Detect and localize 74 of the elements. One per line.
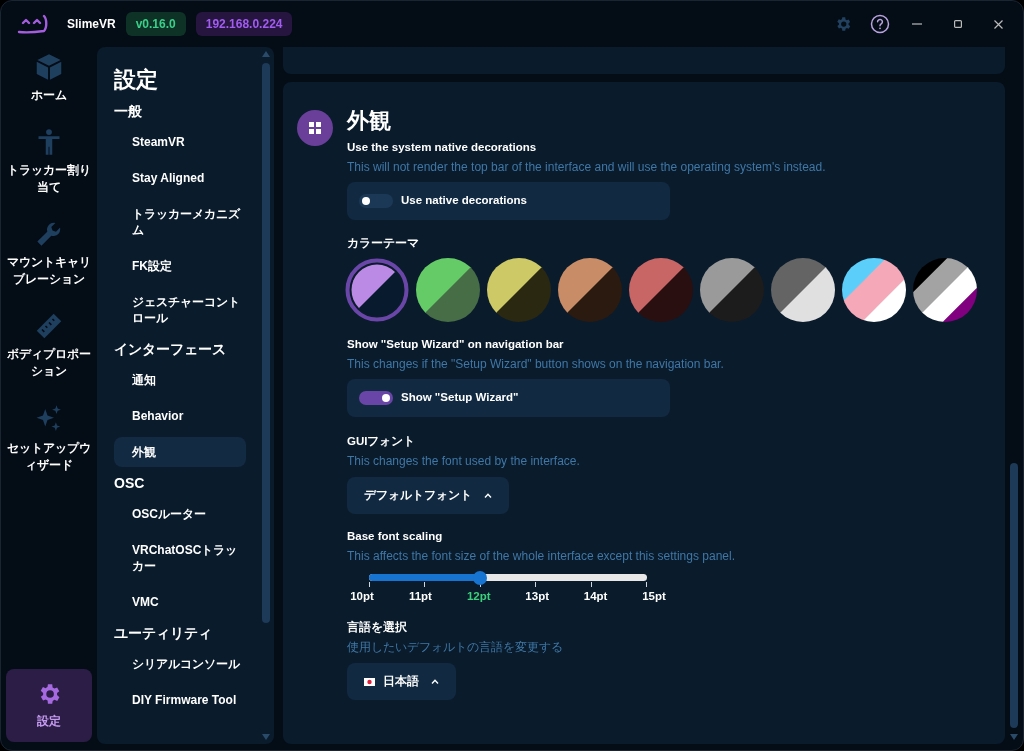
- group-heading: ユーティリティ: [114, 624, 213, 643]
- setting-description: 使用したいデフォルトの言語を変更する: [347, 639, 564, 656]
- nav-label: ボディプロポーション: [6, 346, 92, 380]
- setting-description: This changes if the "Setup Wizard" button shows on the navigation bar.: [347, 356, 725, 372]
- scrollbar-thumb[interactable]: [1010, 463, 1018, 728]
- tick-label: 10pt: [349, 589, 375, 604]
- nav-item[interactable]: セットアップウィザード: [6, 398, 92, 480]
- nav-item[interactable]: ホーム: [6, 47, 92, 110]
- dropdown[interactable]: 日本語: [347, 663, 456, 701]
- settings-nav-item[interactable]: FK設定: [114, 251, 246, 281]
- setting-title: Base font scaling: [347, 529, 444, 544]
- settings-nav-item[interactable]: Behavior: [114, 401, 246, 431]
- ip-address-badge: 192.168.0.224: [195, 12, 293, 36]
- tick-mark: [424, 582, 426, 587]
- nav-label: セットアップウィザード: [6, 440, 92, 474]
- setting-title: Use the system native decorations: [347, 140, 538, 155]
- nav-label: ホーム: [31, 87, 67, 104]
- settings-nav-item[interactable]: 通知: [114, 365, 246, 395]
- section-title: 外観: [347, 108, 392, 134]
- flag-icon: [364, 677, 375, 686]
- setting-title: カラーテーマ: [347, 236, 420, 251]
- nav-label: 設定: [37, 713, 61, 730]
- tick-label: 14pt: [582, 589, 609, 604]
- group-heading: 一般: [114, 102, 143, 121]
- tick-mark: [535, 582, 537, 587]
- tick-label: 11pt: [407, 589, 433, 604]
- settings-nav-item[interactable]: VRChatOSCトラッカー: [114, 535, 246, 581]
- settings-nav-item[interactable]: 外観: [114, 437, 246, 467]
- group-heading: インターフェース: [114, 340, 227, 359]
- tick-mark: [369, 582, 370, 587]
- group-heading: OSC: [114, 474, 146, 493]
- settings-nav-item[interactable]: シリアルコンソール: [114, 649, 246, 679]
- settings-nav-item[interactable]: OSCルーター: [114, 499, 246, 529]
- nav-item[interactable]: マウントキャリブレーション: [6, 214, 92, 294]
- nav-item[interactable]: 設定: [6, 669, 92, 742]
- toggle-label: Show "Setup Wizard": [401, 390, 519, 406]
- dropdown[interactable]: デフォルトフォント: [347, 477, 509, 514]
- setting-description: This changes the font used by the interface.: [347, 453, 581, 469]
- tick-label: 13pt: [524, 589, 550, 604]
- setting-description: This will not render the top bar of the interface and will use the operating system's instead.: [347, 159, 827, 175]
- nav-label: トラッカー割り当て: [6, 162, 92, 196]
- tick-mark: [590, 582, 592, 587]
- tick-label: 12pt: [465, 589, 492, 604]
- setting-title: 言語を選択: [347, 620, 408, 636]
- nav-item[interactable]: トラッカー割り当て: [6, 122, 92, 202]
- toggle-label: Use native decorations: [401, 193, 527, 209]
- nav-label: マウントキャリブレーション: [6, 254, 92, 288]
- toggle-switch[interactable]: [359, 194, 393, 208]
- settings-nav-item[interactable]: Stay Aligned: [114, 163, 246, 193]
- tick-label: 15pt: [641, 589, 667, 604]
- app-name: SlimeVR: [67, 16, 116, 33]
- tick-mark: [645, 582, 647, 587]
- scrollbar-thumb[interactable]: [262, 63, 270, 623]
- tick-mark: [479, 582, 481, 587]
- settings-nav-item[interactable]: DIY Firmware Tool: [114, 685, 246, 715]
- slider-thumb[interactable]: [473, 570, 488, 585]
- maximize-icon[interactable]: [954, 20, 962, 28]
- setting-title: GUIフォント: [347, 434, 417, 449]
- toggle-switch[interactable]: [359, 391, 393, 405]
- nav-item[interactable]: ボディプロポーション: [6, 306, 92, 386]
- grid-icon: [297, 110, 333, 146]
- ruler-icon: [35, 312, 63, 340]
- wrench-icon: [35, 220, 63, 248]
- settings-nav-item[interactable]: ジェスチャーコントロール: [114, 287, 246, 333]
- setting-description: This affects the font size of the whole interface except this settings panel.: [347, 548, 736, 564]
- settings-nav-item[interactable]: VMC: [114, 587, 246, 617]
- close-icon[interactable]: [994, 19, 1003, 29]
- settings-nav-item[interactable]: SteamVR: [114, 127, 246, 157]
- help-icon[interactable]: [870, 14, 890, 34]
- cube-icon: [35, 53, 63, 81]
- version-badge: v0.16.0: [125, 12, 186, 36]
- setting-title: Show "Setup Wizard" on navigation bar: [347, 337, 565, 352]
- settings-nav-item[interactable]: トラッカーメカニズム: [114, 199, 246, 245]
- settings-title: 設定: [114, 66, 159, 94]
